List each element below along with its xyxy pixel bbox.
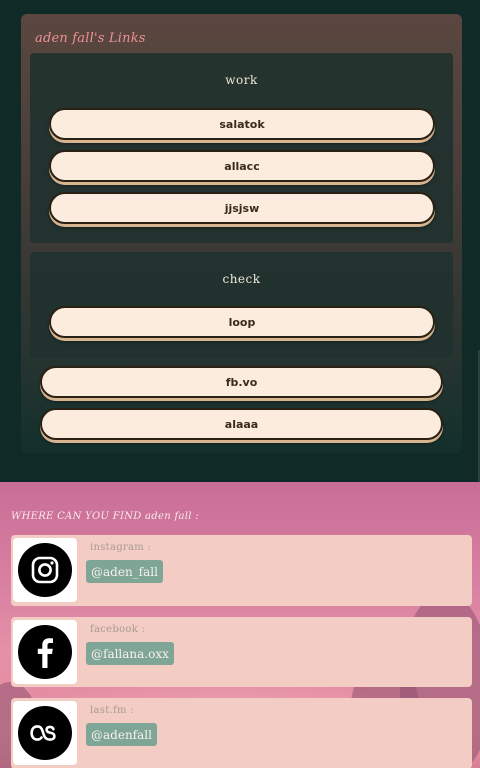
links-title: aden fall's Links: [35, 31, 146, 46]
link-group-work: work salatok allacc jjsjsw: [30, 53, 453, 243]
group-title-check: check: [222, 272, 261, 286]
social-card-facebook: facebook : @fallana.oxx: [11, 617, 472, 687]
facebook-icon: [18, 625, 72, 679]
handle-link-facebook[interactable]: @fallana.oxx: [86, 642, 174, 665]
social-card-instagram: instagram : @aden_fall: [11, 535, 472, 606]
instagram-icon: [18, 543, 72, 597]
avatar: [13, 701, 77, 765]
platform-label: instagram :: [90, 542, 152, 553]
handle-link-instagram[interactable]: @aden_fall: [86, 560, 163, 583]
links-section: aden fall's Links work salatok allacc jj…: [0, 0, 480, 482]
link-button-alaaa[interactable]: alaaa: [40, 408, 443, 440]
group-title-work: work: [225, 73, 258, 87]
link-button-jjsjsw[interactable]: jjsjsw: [49, 192, 435, 224]
platform-label: facebook :: [90, 624, 146, 635]
avatar: [13, 620, 77, 684]
link-button-salatok[interactable]: salatok: [49, 108, 435, 140]
avatar: [13, 538, 77, 602]
platform-label: last.fm :: [90, 705, 134, 716]
find-title: WHERE CAN YOU FIND aden fall :: [11, 511, 199, 522]
link-button-allacc[interactable]: allacc: [49, 150, 435, 182]
link-button-fb-vo[interactable]: fb.vo: [40, 366, 443, 398]
find-section: WHERE CAN YOU FIND aden fall : instagram…: [0, 482, 480, 768]
link-group-check: check loop: [30, 252, 453, 357]
link-button-loop[interactable]: loop: [49, 306, 435, 338]
handle-link-lastfm[interactable]: @adenfall: [86, 723, 157, 746]
social-card-lastfm: last.fm : @adenfall: [11, 698, 472, 768]
lastfm-icon: [18, 706, 72, 760]
